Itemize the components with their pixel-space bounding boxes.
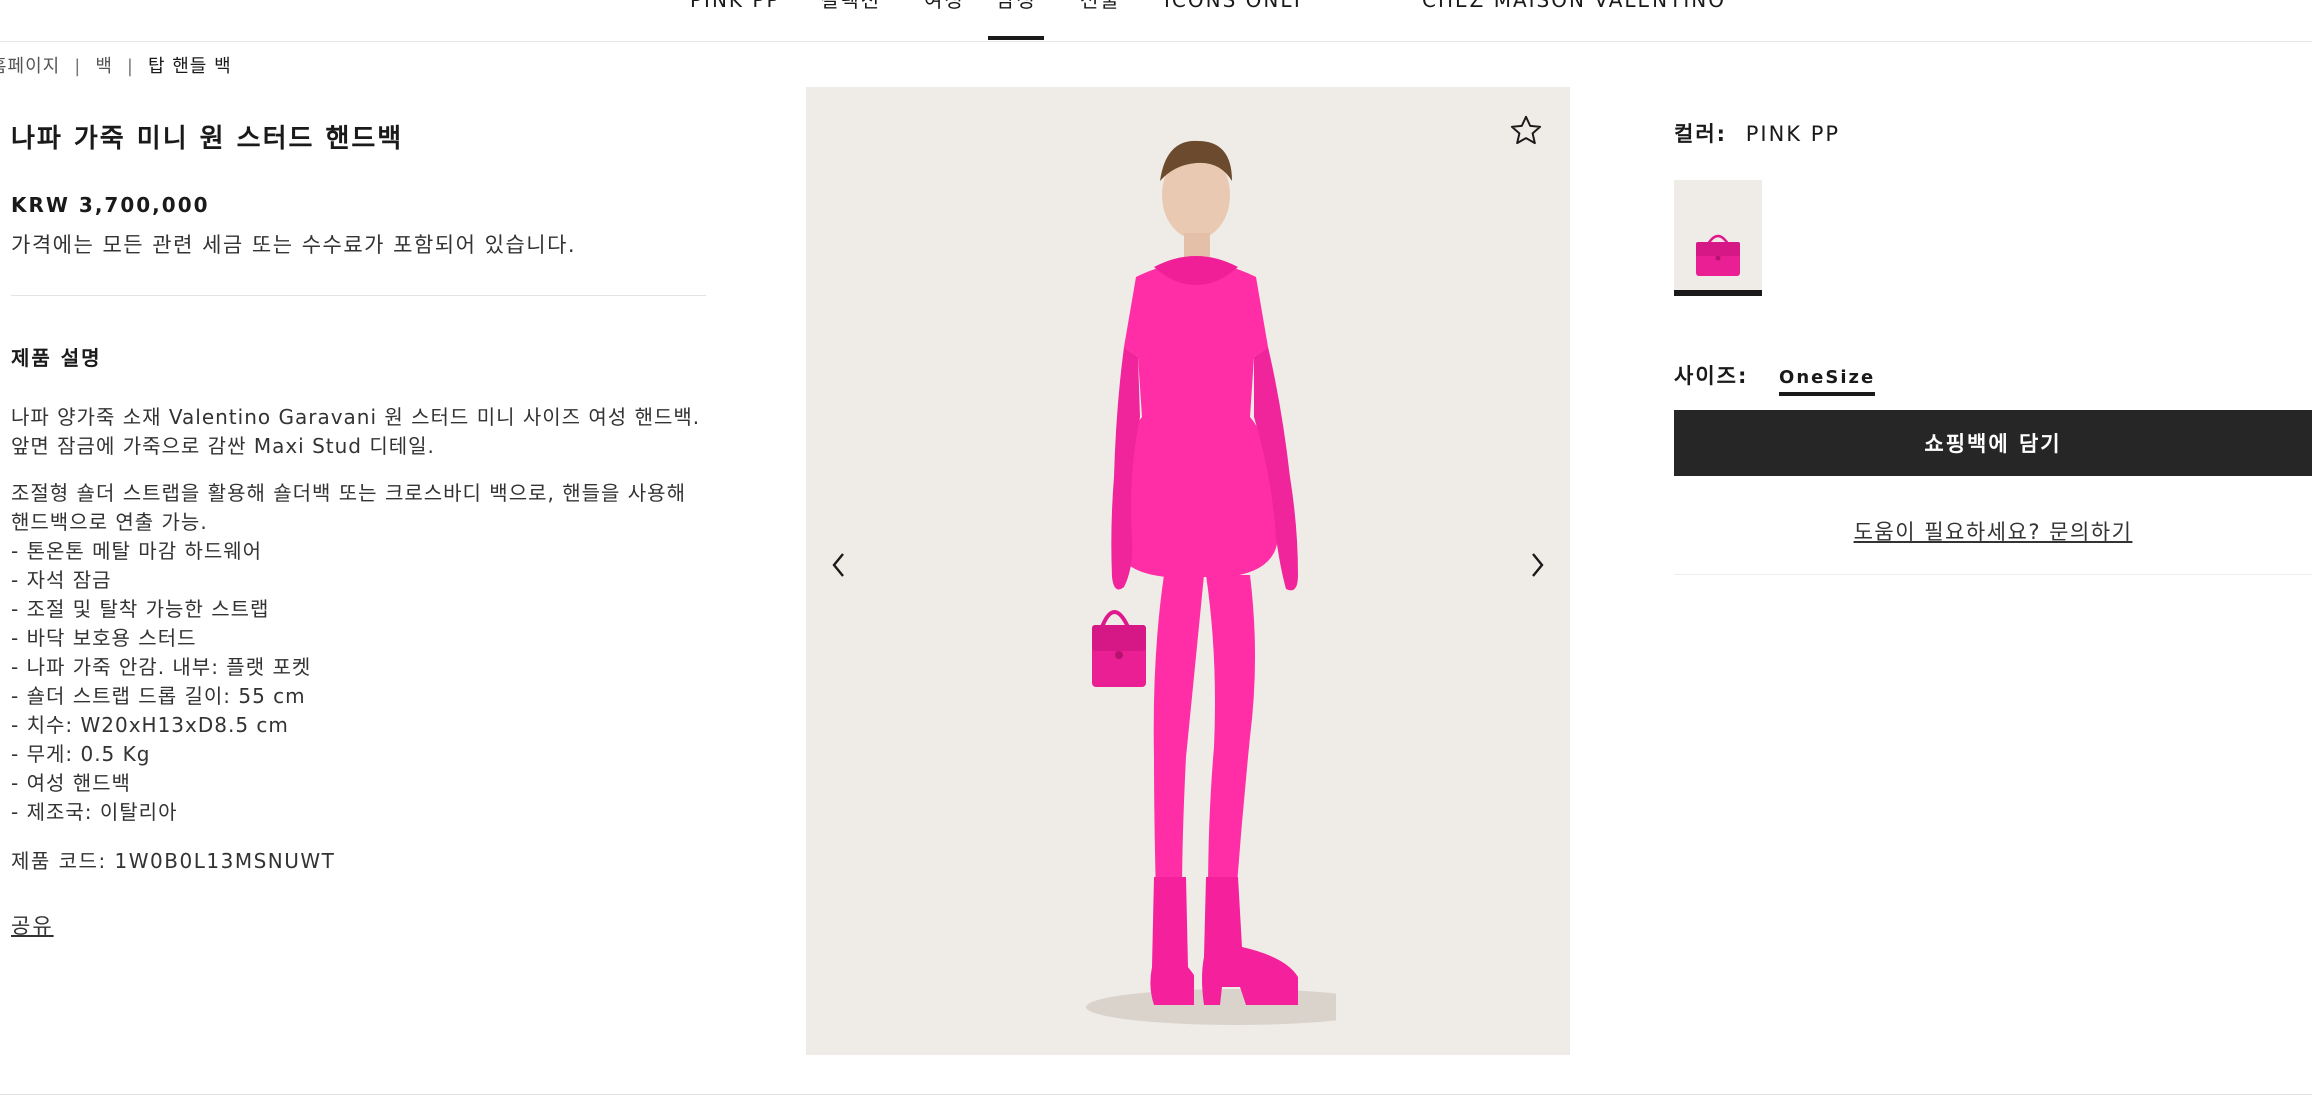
nav-item-women[interactable]: 여성 bbox=[924, 0, 965, 22]
nav-item-chez-maison[interactable]: CHEZ MAISON VALENTINO bbox=[1422, 0, 1726, 22]
feature-item: - 바닥 보호용 스터드 bbox=[11, 626, 197, 650]
nav-item-pink-pp[interactable]: PINK PP bbox=[690, 0, 781, 22]
feature-item: - 톤온톤 메탈 마감 하드웨어 bbox=[11, 539, 263, 563]
divider bbox=[11, 295, 706, 296]
feature-list: - 톤온톤 메탈 마감 하드웨어 - 자석 잠금 - 조절 및 탈착 가능한 스… bbox=[11, 537, 706, 827]
color-value: PINK PP bbox=[1745, 122, 1841, 146]
description-heading: 제품 설명 bbox=[11, 346, 102, 370]
feature-item: - 자석 잠금 bbox=[11, 568, 112, 592]
nav-active-indicator bbox=[988, 36, 1044, 40]
feature-item: - 조절 및 탈착 가능한 스트랩 bbox=[11, 597, 270, 621]
chevron-right-icon[interactable] bbox=[1522, 545, 1552, 585]
chevron-left-icon[interactable] bbox=[824, 545, 854, 585]
feature-item: - 제조국: 이탈리아 bbox=[11, 800, 178, 824]
breadcrumb-home[interactable]: 홈페이지 bbox=[0, 56, 60, 77]
breadcrumb-separator: | bbox=[126, 56, 134, 77]
feature-item: - 숄더 스트랩 드롭 길이: 55 cm bbox=[11, 684, 306, 708]
breadcrumb-separator: | bbox=[74, 56, 82, 77]
size-label: 사이즈: bbox=[1674, 364, 1749, 388]
add-to-bag-button[interactable]: 쇼핑백에 담기 bbox=[1674, 410, 2312, 476]
product-description: 나파 양가죽 소재 Valentino Garavani 원 스터드 미니 사이… bbox=[11, 403, 706, 827]
breadcrumb-current: 탑 핸들 백 bbox=[147, 56, 232, 77]
product-price: KRW 3,700,000 bbox=[11, 193, 210, 217]
feature-item: - 치수: W20xH13xD8.5 cm bbox=[11, 713, 289, 737]
product-image-gallery[interactable] bbox=[806, 87, 1570, 1055]
star-outline-icon[interactable] bbox=[1508, 113, 1544, 149]
product-options: 컬러: PINK PP 사이즈: OneSize 쇼핑백에 담기 도움이 필요하… bbox=[1674, 118, 2312, 575]
bottom-divider bbox=[0, 1094, 2312, 1095]
bag-thumbnail bbox=[1696, 234, 1740, 276]
description-paragraph: 나파 양가죽 소재 Valentino Garavani 원 스터드 미니 사이… bbox=[11, 405, 701, 458]
size-row: 사이즈: OneSize bbox=[1674, 360, 2312, 396]
product-code: 제품 코드: 1W0B0L13MSNUWT bbox=[11, 849, 336, 873]
nav-item-gifts[interactable]: 선물 bbox=[1080, 0, 1121, 22]
swatch-selected-indicator bbox=[1674, 290, 1762, 296]
product-title: 나파 가죽 미니 원 스터드 핸드백 bbox=[11, 124, 404, 154]
feature-item: - 여성 핸드백 bbox=[11, 771, 131, 795]
nav-item-collection[interactable]: 컬렉션 bbox=[820, 0, 881, 22]
feature-item: - 나파 가죽 안감. 내부: 플랫 포켓 bbox=[11, 655, 312, 679]
tax-note: 가격에는 모든 관련 세금 또는 수수료가 포함되어 있습니다. bbox=[11, 233, 577, 257]
description-paragraph: 조절형 숄더 스트랩을 활용해 숄더백 또는 크로스바디 백으로, 핸들을 사용… bbox=[11, 481, 686, 534]
size-option-onesize[interactable]: OneSize bbox=[1779, 367, 1876, 396]
top-navigation: PINK PP 컬렉션 여성 남성 선물 ICONS ONLY CHEZ MAI… bbox=[0, 0, 2312, 42]
breadcrumb: 홈페이지 | 백 | 탑 핸들 백 bbox=[0, 52, 232, 78]
color-label: 컬러: bbox=[1674, 122, 1728, 146]
breadcrumb-bags[interactable]: 백 bbox=[95, 56, 113, 77]
product-info: 나파 가죽 미니 원 스터드 핸드백 KRW 3,700,000 가격에는 모든… bbox=[11, 118, 706, 940]
share-link[interactable]: 공유 bbox=[11, 910, 54, 940]
help-link[interactable]: 도움이 필요하세요? 문의하기 bbox=[1854, 520, 2133, 544]
help-section: 도움이 필요하세요? 문의하기 bbox=[1674, 516, 2312, 575]
feature-item: - 무게: 0.5 Kg bbox=[11, 742, 151, 766]
nav-item-men[interactable]: 남성 bbox=[996, 0, 1037, 22]
nav-item-icons-only[interactable]: ICONS ONLY bbox=[1164, 0, 1305, 22]
color-row: 컬러: PINK PP bbox=[1674, 118, 2312, 148]
product-photo bbox=[1086, 140, 1336, 1025]
color-swatch[interactable] bbox=[1674, 180, 1762, 296]
